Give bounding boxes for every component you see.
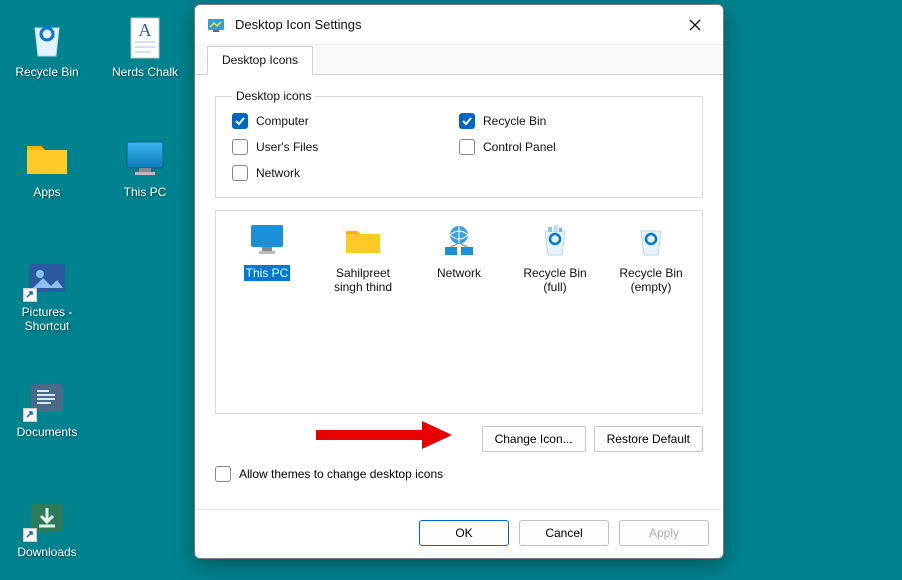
monitor-icon	[247, 223, 287, 259]
desktop-icon-this-pc[interactable]: This PC	[106, 134, 184, 200]
check-recycle-bin[interactable]: Recycle Bin	[459, 113, 686, 129]
icon-buttons-row: Change Icon... Restore Default	[215, 426, 703, 452]
checkbox-icon	[215, 466, 231, 482]
checkbox-icon	[459, 113, 475, 129]
change-icon-button[interactable]: Change Icon...	[482, 426, 586, 452]
desktop-icons-group: Desktop icons Computer Recycle Bin User'…	[215, 89, 703, 198]
check-label: Recycle Bin	[483, 114, 546, 128]
checkbox-icon	[232, 139, 248, 155]
checkbox-icon	[232, 113, 248, 129]
monitor-icon	[121, 134, 169, 182]
preview-label: This PC	[244, 265, 291, 281]
dialog-body: Desktop icons Computer Recycle Bin User'…	[195, 75, 723, 509]
desktop-icon-downloads[interactable]: Downloads	[8, 494, 86, 560]
allow-themes-row[interactable]: Allow themes to change desktop icons	[215, 466, 703, 482]
desktop-icon-label: Nerds Chalk	[112, 66, 178, 80]
preview-label: Recycle Bin (full)	[516, 265, 594, 296]
checkbox-grid: Computer Recycle Bin User's Files Contro…	[232, 113, 686, 181]
shortcut-overlay-icon	[23, 408, 37, 422]
desktop-icon-label: Apps	[33, 186, 60, 200]
downloads-icon	[23, 494, 71, 542]
documents-icon	[23, 374, 71, 422]
desktop-icon-label: Downloads	[17, 546, 76, 560]
preview-this-pc[interactable]: This PC	[228, 223, 306, 281]
recycle-bin-icon	[23, 14, 71, 62]
dialog-title: Desktop Icon Settings	[235, 17, 675, 32]
desktop-icon-documents[interactable]: Documents	[8, 374, 86, 440]
shortcut-overlay-icon	[23, 288, 37, 302]
tab-desktop-icons[interactable]: Desktop Icons	[207, 46, 313, 75]
app-icon	[207, 16, 225, 34]
cancel-button[interactable]: Cancel	[519, 520, 609, 546]
desktop-icon-label: Pictures - Shortcut	[8, 306, 86, 334]
checkbox-icon	[232, 165, 248, 181]
pictures-icon	[23, 254, 71, 302]
allow-themes-label: Allow themes to change desktop icons	[239, 467, 443, 481]
preview-label: Network	[435, 265, 483, 281]
preview-recycle-full[interactable]: Recycle Bin (full)	[516, 223, 594, 296]
network-icon	[439, 223, 479, 259]
desktop-icon-recycle-bin[interactable]: Recycle Bin	[8, 14, 86, 80]
check-users-files[interactable]: User's Files	[232, 139, 459, 155]
shortcut-overlay-icon	[23, 528, 37, 542]
preview-user-folder[interactable]: Sahilpreet singh thind	[324, 223, 402, 296]
checkbox-icon	[459, 139, 475, 155]
check-label: Network	[256, 166, 300, 180]
check-label: Computer	[256, 114, 309, 128]
dialog-footer: OK Cancel Apply	[195, 509, 723, 558]
preview-label: Recycle Bin (empty)	[612, 265, 690, 296]
tab-bar: Desktop Icons	[195, 45, 723, 75]
check-label: Control Panel	[483, 140, 556, 154]
desktop-icon-label: Documents	[17, 426, 78, 440]
svg-text:A: A	[139, 20, 152, 40]
desktop-icon-apps[interactable]: Apps	[8, 134, 86, 200]
recycle-bin-full-icon	[535, 223, 575, 259]
apply-button[interactable]: Apply	[619, 520, 709, 546]
desktop-icon-pictures-shortcut[interactable]: Pictures - Shortcut	[8, 254, 86, 334]
folder-icon	[343, 223, 383, 259]
titlebar: Desktop Icon Settings	[195, 5, 723, 45]
close-button[interactable]	[675, 7, 715, 43]
check-network[interactable]: Network	[232, 165, 459, 181]
desktop-icon-label: This PC	[124, 186, 167, 200]
desktop-icon-settings-dialog: Desktop Icon Settings Desktop Icons Desk…	[194, 4, 724, 559]
preview-recycle-empty[interactable]: Recycle Bin (empty)	[612, 223, 690, 296]
check-computer[interactable]: Computer	[232, 113, 459, 129]
preview-label: Sahilpreet singh thind	[324, 265, 402, 296]
check-label: User's Files	[256, 140, 318, 154]
ok-button[interactable]: OK	[419, 520, 509, 546]
restore-default-button[interactable]: Restore Default	[594, 426, 703, 452]
recycle-bin-empty-icon	[631, 223, 671, 259]
check-control-panel[interactable]: Control Panel	[459, 139, 686, 155]
group-label: Desktop icons	[232, 89, 315, 103]
desktop-icon-label: Recycle Bin	[15, 66, 78, 80]
icon-preview-pane: This PC Sahilpreet singh thind Network R…	[215, 210, 703, 414]
desktop-icon-nerds-chalk[interactable]: A Nerds Chalk	[106, 14, 184, 80]
document-icon: A	[121, 14, 169, 62]
preview-network[interactable]: Network	[420, 223, 498, 281]
folder-icon	[23, 134, 71, 182]
